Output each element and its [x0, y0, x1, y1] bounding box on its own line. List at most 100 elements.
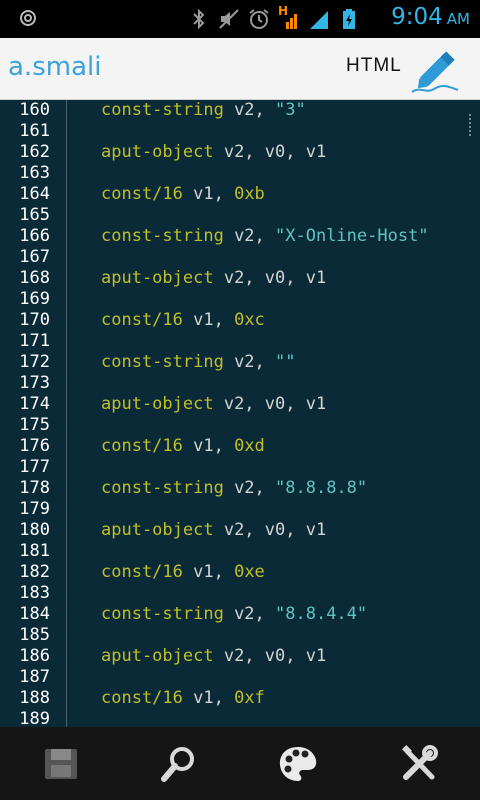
instruction-keyword: const/16	[101, 436, 183, 456]
code-text: const-string v2, ""	[101, 352, 296, 373]
line-number: 169	[19, 289, 50, 309]
battery-charging-icon	[338, 8, 360, 30]
register-operands: v2, v0, v1	[213, 520, 327, 540]
save-icon	[45, 749, 77, 779]
html-mode-button[interactable]: HTML	[346, 42, 466, 96]
code-line[interactable]: 174 aput-object v2, v0, v1	[0, 394, 480, 415]
register-operands: v2,	[223, 100, 276, 120]
code-line[interactable]: 181	[0, 541, 480, 562]
tools-icon	[402, 745, 438, 780]
code-line[interactable]: 182 const/16 v1, 0xe	[0, 562, 480, 583]
line-number: 181	[19, 541, 50, 561]
literal-value: "X-Online-Host"	[275, 226, 429, 246]
code-line[interactable]: 176 const/16 v1, 0xd	[0, 436, 480, 457]
line-number: 175	[19, 415, 50, 435]
register-operands: v2, v0, v1	[213, 394, 327, 414]
instruction-keyword: const/16	[101, 184, 183, 204]
code-line[interactable]: 170 const/16 v1, 0xc	[0, 310, 480, 331]
literal-value: 0xd	[234, 436, 265, 456]
code-text: aput-object v2, v0, v1	[101, 142, 326, 163]
line-number: 179	[19, 499, 50, 519]
code-line[interactable]: 187	[0, 667, 480, 688]
instruction-keyword: aput-object	[101, 142, 214, 162]
literal-value: 0xc	[234, 310, 265, 330]
instruction-keyword: const-string	[101, 100, 224, 120]
code-editor[interactable]: 160 const-string v2, "3" 161 162 aput-object…	[0, 100, 480, 727]
mute-icon	[218, 8, 240, 30]
instruction-keyword: const-string	[101, 352, 224, 372]
code-line[interactable]: 164 const/16 v1, 0xb	[0, 184, 480, 205]
register-operands: v2, v0, v1	[213, 268, 327, 288]
code-line[interactable]: 186 aput-object v2, v0, v1	[0, 646, 480, 667]
code-line[interactable]: 163	[0, 163, 480, 184]
instruction-keyword: aput-object	[101, 520, 214, 540]
settings-icon	[18, 8, 38, 28]
bottom-toolbar	[0, 727, 480, 800]
line-number: 164	[19, 184, 50, 204]
html-mode-label: HTML	[346, 55, 402, 76]
register-operands: v2,	[223, 478, 276, 498]
save-button[interactable]	[40, 743, 82, 785]
code-line[interactable]: 179	[0, 499, 480, 520]
code-line[interactable]: 188 const/16 v1, 0xf	[0, 688, 480, 709]
code-line[interactable]: 161	[0, 121, 480, 142]
register-operands: v1,	[182, 436, 235, 456]
code-line[interactable]: 185	[0, 625, 480, 646]
code-line[interactable]: 178 const-string v2, "8.8.8.8"	[0, 478, 480, 499]
line-number: 176	[19, 436, 50, 456]
line-number: 160	[19, 100, 50, 120]
network-type-label: H	[278, 4, 289, 18]
code-line[interactable]: 165	[0, 205, 480, 226]
line-number: 161	[19, 121, 50, 141]
code-line[interactable]: 173	[0, 373, 480, 394]
line-number: 182	[19, 562, 50, 582]
code-line[interactable]: 167	[0, 247, 480, 268]
code-line[interactable]: 169	[0, 289, 480, 310]
theme-button[interactable]	[277, 743, 319, 785]
instruction-keyword: const/16	[101, 562, 183, 582]
code-line[interactable]: 175	[0, 415, 480, 436]
code-text: const-string v2, "3"	[101, 100, 306, 121]
register-operands: v2, v0, v1	[213, 646, 327, 666]
line-number: 189	[19, 709, 50, 727]
instruction-keyword: const-string	[101, 226, 224, 246]
line-number: 188	[19, 688, 50, 708]
code-text: const-string v2, "X-Online-Host"	[101, 226, 429, 247]
line-number: 186	[19, 646, 50, 666]
line-number: 163	[19, 163, 50, 183]
code-text: const/16 v1, 0xd	[101, 436, 265, 457]
line-number: 187	[19, 667, 50, 687]
code-text: aput-object v2, v0, v1	[101, 520, 326, 541]
signal-h-icon: H	[278, 4, 300, 30]
line-number: 171	[19, 331, 50, 351]
code-text: const-string v2, "8.8.4.4"	[101, 604, 367, 625]
literal-value: ""	[275, 352, 296, 372]
line-number: 166	[19, 226, 50, 246]
instruction-keyword: aput-object	[101, 268, 214, 288]
code-line[interactable]: 160 const-string v2, "3"	[0, 100, 480, 121]
register-operands: v2,	[223, 352, 276, 372]
search-button[interactable]	[158, 743, 200, 785]
line-number: 173	[19, 373, 50, 393]
code-line[interactable]: 184 const-string v2, "8.8.4.4"	[0, 604, 480, 625]
literal-value: "8.8.8.8"	[275, 478, 368, 498]
line-number: 184	[19, 604, 50, 624]
code-line[interactable]: 168 aput-object v2, v0, v1	[0, 268, 480, 289]
line-number: 180	[19, 520, 50, 540]
code-line[interactable]: 172 const-string v2, ""	[0, 352, 480, 373]
code-line[interactable]: 162 aput-object v2, v0, v1	[0, 142, 480, 163]
code-text: const/16 v1, 0xe	[101, 562, 265, 583]
line-number: 172	[19, 352, 50, 372]
code-line[interactable]: 189	[0, 709, 480, 727]
status-bar: H 9:04 AM	[0, 0, 480, 38]
code-text: const/16 v1, 0xf	[101, 688, 265, 709]
tools-button[interactable]	[398, 743, 440, 785]
code-line[interactable]: 177	[0, 457, 480, 478]
code-line[interactable]: 183	[0, 583, 480, 604]
bluetooth-icon	[188, 8, 210, 30]
file-name-title: a.smali	[8, 52, 102, 82]
code-line[interactable]: 171	[0, 331, 480, 352]
code-line[interactable]: 180 aput-object v2, v0, v1	[0, 520, 480, 541]
line-number: 185	[19, 625, 50, 645]
code-line[interactable]: 166 const-string v2, "X-Online-Host"	[0, 226, 480, 247]
